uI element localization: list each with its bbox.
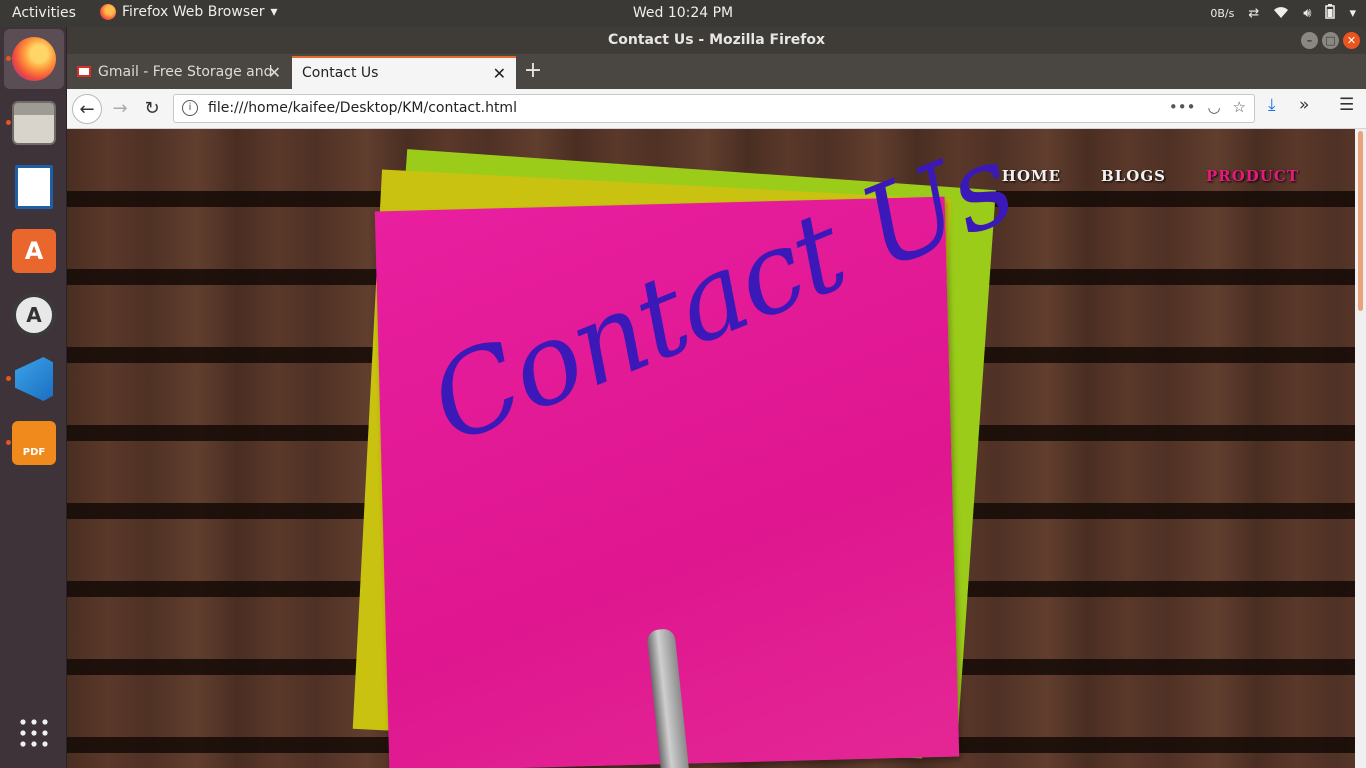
- new-tab-button[interactable]: +: [523, 54, 543, 89]
- volume-icon: 🔊︎: [1303, 6, 1312, 21]
- tab-strip: Gmail - Free Storage and ✕ Contact Us ✕ …: [67, 54, 1366, 89]
- vscode-icon: [15, 357, 53, 401]
- updater-icon: A: [12, 293, 56, 337]
- gmail-icon: [77, 66, 91, 77]
- grid-icon: [20, 719, 48, 747]
- pdf-icon: PDF: [12, 421, 56, 465]
- tab-label: Gmail - Free Storage and: [98, 64, 273, 80]
- pocket-icon[interactable]: ◡: [1207, 98, 1220, 116]
- hamburger-menu-icon[interactable]: ☰: [1339, 95, 1354, 115]
- clock[interactable]: Wed 10:24 PM: [633, 5, 733, 21]
- dock-item-updater[interactable]: A: [4, 285, 64, 345]
- nav-link-blogs[interactable]: BLOGS: [1101, 167, 1166, 185]
- close-icon[interactable]: ✕: [268, 56, 281, 89]
- activities-button[interactable]: Activities: [12, 5, 76, 21]
- files-icon: [12, 101, 56, 145]
- battery-icon: [1325, 4, 1336, 23]
- network-transfer-icon: ⇄: [1248, 6, 1260, 21]
- nav-link-product[interactable]: PRODUCT: [1206, 167, 1299, 185]
- running-indicator: [6, 440, 11, 445]
- close-icon[interactable]: ✕: [493, 58, 506, 89]
- tab-label: Contact Us: [302, 65, 379, 81]
- forward-button[interactable]: →: [105, 94, 135, 124]
- show-applications-button[interactable]: [4, 703, 64, 763]
- dock-item-vscode[interactable]: [4, 349, 64, 409]
- firefox-icon: [100, 4, 116, 20]
- chevron-down-icon: ▾: [1349, 6, 1356, 21]
- minimize-button[interactable]: –: [1301, 32, 1318, 49]
- firefox-icon: [12, 37, 56, 81]
- dock: A A PDF: [0, 27, 67, 768]
- wifi-icon: [1273, 5, 1289, 23]
- info-icon[interactable]: i: [182, 100, 198, 116]
- bookmark-star-icon[interactable]: ☆: [1233, 98, 1246, 116]
- software-icon: A: [12, 229, 56, 273]
- page-content: Contact Us HOME BLOGS PRODUCT: [67, 129, 1355, 768]
- site-nav: HOME BLOGS PRODUCT: [1002, 167, 1299, 185]
- tab-contact-us[interactable]: Contact Us ✕: [292, 56, 516, 89]
- downloads-icon[interactable]: ⤓: [1268, 95, 1276, 115]
- window-titlebar[interactable]: Contact Us - Mozilla Firefox – □ ✕: [67, 27, 1366, 54]
- tab-gmail[interactable]: Gmail - Free Storage and ✕: [67, 56, 291, 89]
- writer-icon: [15, 165, 53, 209]
- dock-item-software[interactable]: A: [4, 221, 64, 281]
- dock-item-pdf[interactable]: PDF: [4, 413, 64, 473]
- top-bar: Activities Firefox Web Browser ▾ Wed 10:…: [0, 0, 1366, 27]
- window-title: Contact Us - Mozilla Firefox: [607, 32, 826, 48]
- dock-item-files[interactable]: [4, 93, 64, 153]
- net-speed: 0B/s: [1210, 7, 1235, 20]
- running-indicator: [6, 376, 11, 381]
- running-indicator: [6, 120, 11, 125]
- app-menu-label: Firefox Web Browser: [122, 4, 265, 20]
- close-window-button[interactable]: ✕: [1343, 32, 1360, 49]
- running-indicator: [6, 56, 11, 61]
- reload-button[interactable]: ↻: [137, 94, 167, 124]
- back-button[interactable]: ←: [72, 94, 102, 124]
- app-menu[interactable]: Firefox Web Browser ▾: [100, 4, 278, 20]
- overflow-chevron-icon[interactable]: »: [1299, 95, 1309, 115]
- system-tray[interactable]: 0B/s ⇄ 🔊︎ ▾: [1210, 4, 1356, 23]
- page-actions-icon[interactable]: •••: [1169, 98, 1196, 116]
- dock-item-writer[interactable]: [4, 157, 64, 217]
- chevron-down-icon: ▾: [270, 4, 278, 20]
- url-text[interactable]: file:///home/kaifee/Desktop/KM/contact.h…: [208, 100, 517, 116]
- scrollbar-thumb[interactable]: [1358, 131, 1363, 311]
- page-scrollbar[interactable]: [1355, 129, 1366, 768]
- url-bar[interactable]: i file:///home/kaifee/Desktop/KM/contact…: [173, 94, 1255, 123]
- nav-bar: ← → ↻ i file:///home/kaifee/Desktop/KM/c…: [67, 89, 1366, 129]
- nav-link-home[interactable]: HOME: [1002, 167, 1061, 185]
- maximize-button[interactable]: □: [1322, 32, 1339, 49]
- dock-item-firefox[interactable]: [4, 29, 64, 89]
